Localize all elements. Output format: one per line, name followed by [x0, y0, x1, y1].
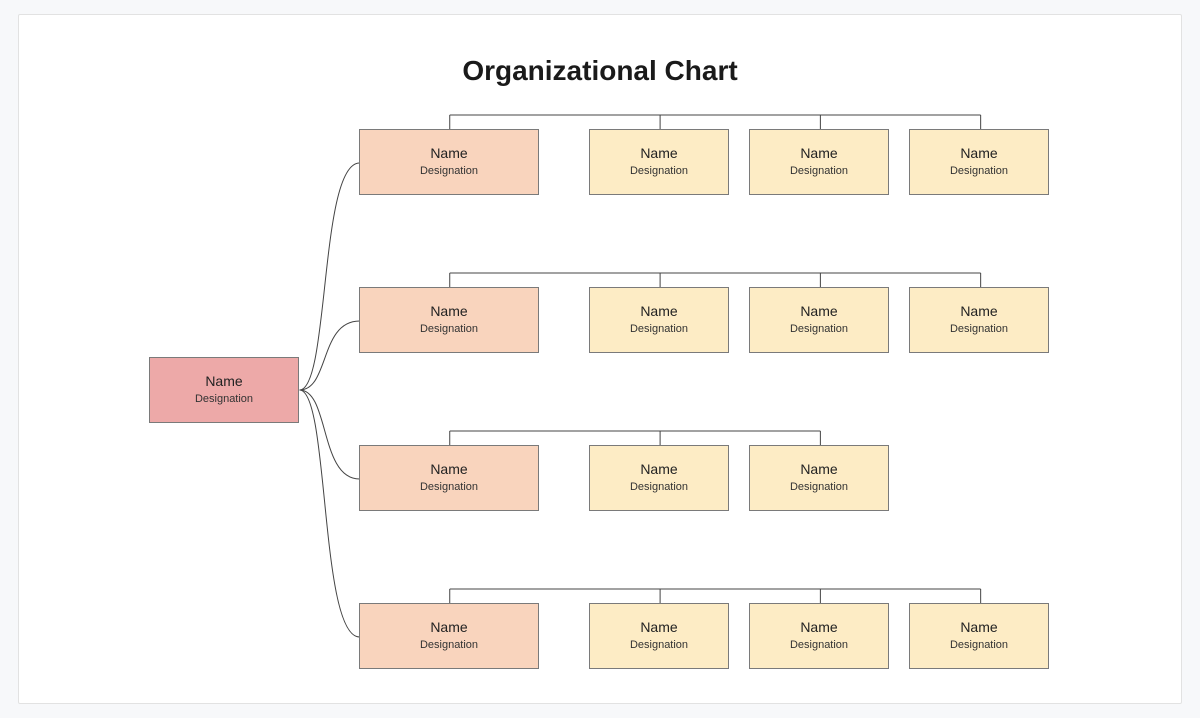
node-name: Name	[430, 145, 467, 163]
org-node-branch-1-child-1[interactable]: Name Designation	[589, 129, 729, 195]
node-name: Name	[430, 303, 467, 321]
node-name: Name	[960, 303, 997, 321]
chart-title: Organizational Chart	[19, 55, 1181, 87]
org-node-branch-3-lead[interactable]: Name Designation	[359, 445, 539, 511]
node-name: Name	[800, 145, 837, 163]
node-name: Name	[430, 461, 467, 479]
node-name: Name	[640, 145, 677, 163]
node-name: Name	[960, 619, 997, 637]
node-designation: Designation	[790, 323, 848, 337]
node-designation: Designation	[630, 639, 688, 653]
node-name: Name	[960, 145, 997, 163]
org-node-branch-2-lead[interactable]: Name Designation	[359, 287, 539, 353]
node-name: Name	[640, 619, 677, 637]
node-name: Name	[430, 619, 467, 637]
node-designation: Designation	[790, 165, 848, 179]
node-designation: Designation	[420, 481, 478, 495]
org-node-branch-4-child-3[interactable]: Name Designation	[909, 603, 1049, 669]
node-designation: Designation	[950, 323, 1008, 337]
node-designation: Designation	[950, 165, 1008, 179]
org-node-branch-2-child-1[interactable]: Name Designation	[589, 287, 729, 353]
node-designation: Designation	[630, 165, 688, 179]
org-node-branch-3-child-1[interactable]: Name Designation	[589, 445, 729, 511]
node-designation: Designation	[630, 481, 688, 495]
org-chart-canvas: Organizational Chart	[18, 14, 1182, 704]
node-designation: Designation	[630, 323, 688, 337]
org-node-branch-3-child-2[interactable]: Name Designation	[749, 445, 889, 511]
node-name: Name	[640, 303, 677, 321]
node-designation: Designation	[195, 393, 253, 407]
org-node-branch-1-child-3[interactable]: Name Designation	[909, 129, 1049, 195]
org-node-branch-4-child-2[interactable]: Name Designation	[749, 603, 889, 669]
org-node-root[interactable]: Name Designation	[149, 357, 299, 423]
org-node-branch-1-child-2[interactable]: Name Designation	[749, 129, 889, 195]
node-name: Name	[640, 461, 677, 479]
node-name: Name	[800, 461, 837, 479]
node-designation: Designation	[950, 639, 1008, 653]
org-node-branch-4-lead[interactable]: Name Designation	[359, 603, 539, 669]
node-name: Name	[800, 303, 837, 321]
node-designation: Designation	[790, 639, 848, 653]
org-node-branch-4-child-1[interactable]: Name Designation	[589, 603, 729, 669]
node-designation: Designation	[420, 165, 478, 179]
org-node-branch-2-child-2[interactable]: Name Designation	[749, 287, 889, 353]
org-node-branch-1-lead[interactable]: Name Designation	[359, 129, 539, 195]
org-node-branch-2-child-3[interactable]: Name Designation	[909, 287, 1049, 353]
node-name: Name	[205, 373, 242, 391]
node-designation: Designation	[420, 323, 478, 337]
node-name: Name	[800, 619, 837, 637]
node-designation: Designation	[790, 481, 848, 495]
node-designation: Designation	[420, 639, 478, 653]
